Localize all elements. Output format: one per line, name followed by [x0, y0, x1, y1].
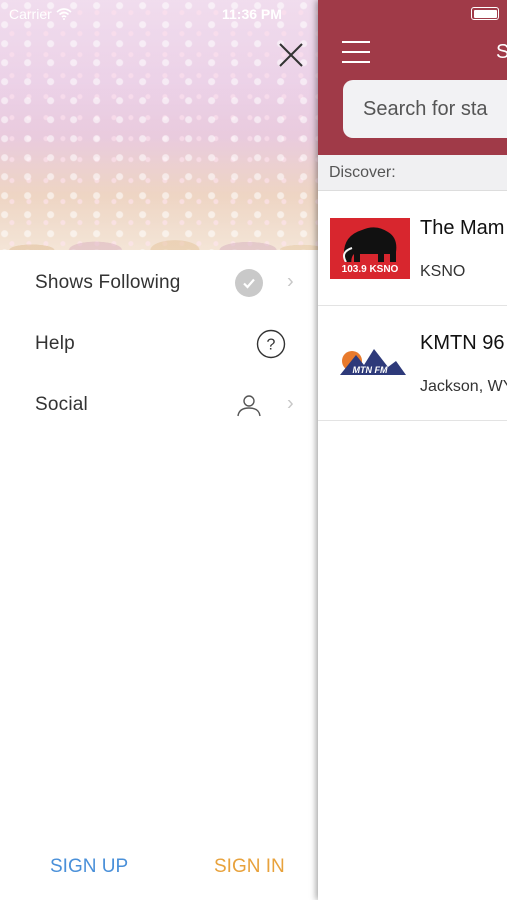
- station-location: Jackson, WY: [420, 378, 507, 395]
- close-drawer-button[interactable]: [276, 40, 306, 70]
- status-time: 11:36 PM: [222, 6, 282, 22]
- auth-buttons: SIGN UP SIGN IN: [0, 856, 318, 884]
- discover-section-header: Discover:: [318, 155, 507, 191]
- menu-item-social[interactable]: Social ›: [0, 374, 318, 435]
- close-icon: [279, 43, 303, 67]
- station-row[interactable]: MTN FM KMTN 96 Jackson, WY: [318, 306, 507, 421]
- wifi-icon: [56, 8, 72, 20]
- menu-item-label: Shows Following: [35, 271, 181, 293]
- svg-text:?: ?: [267, 336, 276, 353]
- menu-item-label: Help: [35, 332, 75, 354]
- station-logo-text: 103.9 KSNO: [342, 264, 399, 275]
- drawer-menu: Shows Following › Help ? Social ›: [0, 252, 318, 435]
- battery-icon: [471, 7, 499, 20]
- person-icon: [237, 394, 261, 416]
- chevron-right-icon: ›: [287, 391, 294, 414]
- menu-item-shows-following[interactable]: Shows Following ›: [0, 252, 318, 313]
- main-panel: S Discover: 103.9 KSNO The Mam KSNO: [318, 0, 507, 900]
- main-header: S: [318, 0, 507, 155]
- sign-up-button[interactable]: SIGN UP: [50, 856, 128, 878]
- menu-item-help[interactable]: Help ?: [0, 313, 318, 374]
- station-name: KMTN 96: [420, 332, 505, 354]
- menu-button[interactable]: [342, 41, 370, 63]
- status-carrier: Carrier: [9, 6, 72, 22]
- station-logo: MTN FM: [330, 333, 410, 394]
- sign-in-button[interactable]: SIGN IN: [214, 856, 285, 878]
- side-drawer: Carrier 11:36 PM Shows Following › Help …: [0, 0, 318, 900]
- menu-item-label: Social: [35, 393, 88, 415]
- station-row[interactable]: 103.9 KSNO The Mam KSNO: [318, 191, 507, 306]
- chevron-right-icon: ›: [287, 269, 294, 292]
- section-label: Discover:: [329, 164, 396, 181]
- search-bar[interactable]: [343, 80, 507, 138]
- station-name: The Mam: [420, 217, 505, 239]
- station-call-sign: KSNO: [420, 263, 466, 280]
- station-logo-text: MTN FM: [353, 365, 388, 375]
- search-input[interactable]: [363, 97, 507, 121]
- carrier-label: Carrier: [9, 6, 52, 22]
- page-title: S: [496, 41, 507, 63]
- station-logo: 103.9 KSNO: [330, 218, 410, 279]
- check-circle-icon: [235, 268, 263, 297]
- drawer-header-image: Carrier 11:36 PM: [0, 0, 318, 250]
- question-circle-icon: ?: [256, 329, 286, 358]
